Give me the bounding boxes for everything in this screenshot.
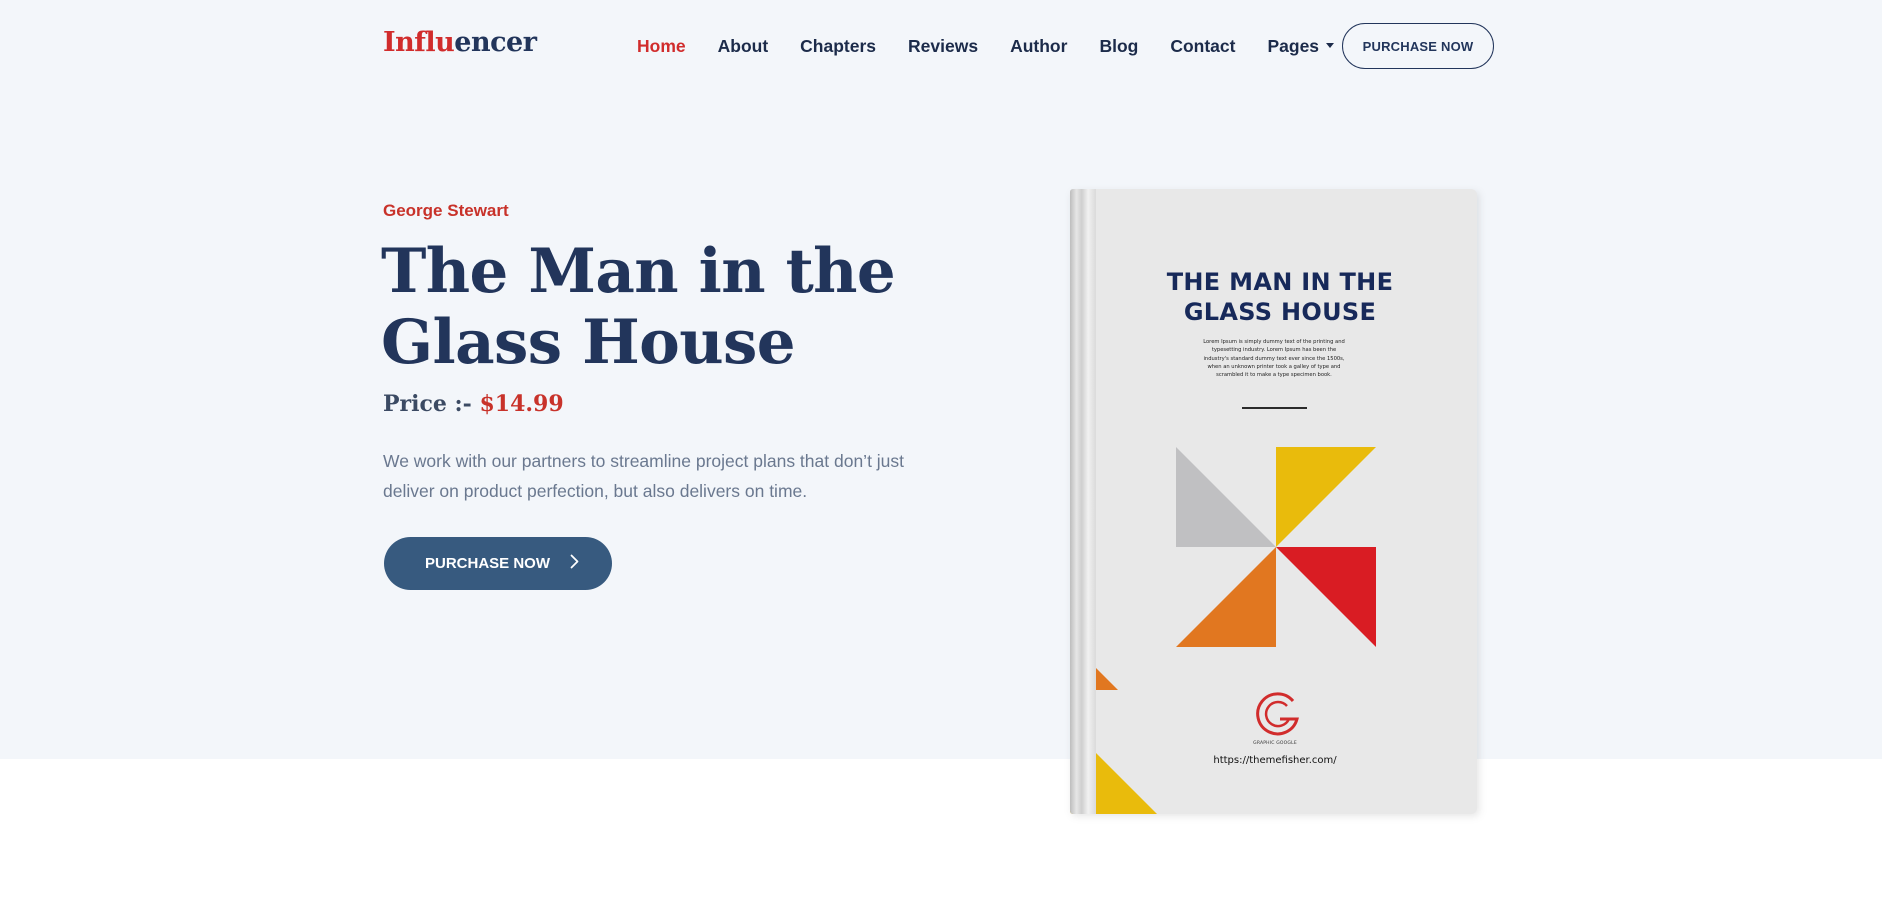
pinwheel-orange [1176, 547, 1276, 647]
book-spine [1070, 189, 1096, 814]
nav-purchase-button[interactable]: PURCHASE NOW [1342, 23, 1494, 69]
nav-item-pages-label: Pages [1267, 36, 1320, 56]
pinwheel-red [1276, 547, 1376, 647]
nav-item-blog[interactable]: Blog [1099, 36, 1138, 57]
book-cover-url: https://themefisher.com/ [1213, 755, 1337, 766]
pinwheel-yellow [1276, 447, 1376, 547]
logo-part-2: encer [454, 27, 537, 58]
book-title-heading: The Man in the Glass House [381, 236, 896, 378]
hero-background [0, 0, 1882, 759]
price-value: $14.99 [479, 391, 564, 417]
site-logo[interactable]: Influencer [383, 27, 537, 58]
nav-item-reviews[interactable]: Reviews [908, 36, 978, 57]
nav-item-home[interactable]: Home [637, 36, 686, 57]
hero-description: We work with our partners to streamline … [383, 451, 905, 501]
logo-part-1: Influ [383, 27, 455, 58]
nav-item-chapters[interactable]: Chapters [800, 36, 876, 57]
nav-item-contact[interactable]: Contact [1170, 36, 1235, 57]
publisher-g-logo [1256, 692, 1299, 736]
book-cover-title: THE MAN IN THE GLASS HOUSE [1166, 268, 1394, 326]
corner-orange [1094, 666, 1118, 690]
book-cover-image: THE MAN IN THE GLASS HOUSE Lorem Ipsum i… [1070, 189, 1477, 814]
author-name: George Stewart [383, 201, 509, 220]
pinwheel-gray [1176, 447, 1276, 547]
hero-purchase-button[interactable]: PURCHASE NOW [384, 537, 612, 590]
nav-item-about[interactable]: About [718, 36, 769, 57]
hero-purchase-label: PURCHASE NOW [425, 555, 551, 572]
navbar: Influencer Home About Chapters Reviews A… [0, 0, 1882, 92]
nav-item-author[interactable]: Author [1010, 36, 1067, 57]
publisher-name: GRAPHIC GOOGLE [1253, 741, 1297, 746]
price-label: Price :- [383, 391, 480, 417]
book-cover-blurb: Lorem Ipsum is simply dummy text of the … [1203, 339, 1345, 379]
caret-down-icon [1326, 42, 1335, 48]
nav-item-pages-dropdown[interactable]: Pages [1267, 36, 1335, 57]
main-nav: Home About Chapters Reviews Author Blog … [637, 36, 1335, 57]
book-cover-divider [1242, 407, 1307, 409]
chevron-right-icon [570, 554, 579, 573]
price-row: Price :- $14.99 [383, 391, 564, 417]
book-cover: THE MAN IN THE GLASS HOUSE Lorem Ipsum i… [1070, 189, 1477, 814]
